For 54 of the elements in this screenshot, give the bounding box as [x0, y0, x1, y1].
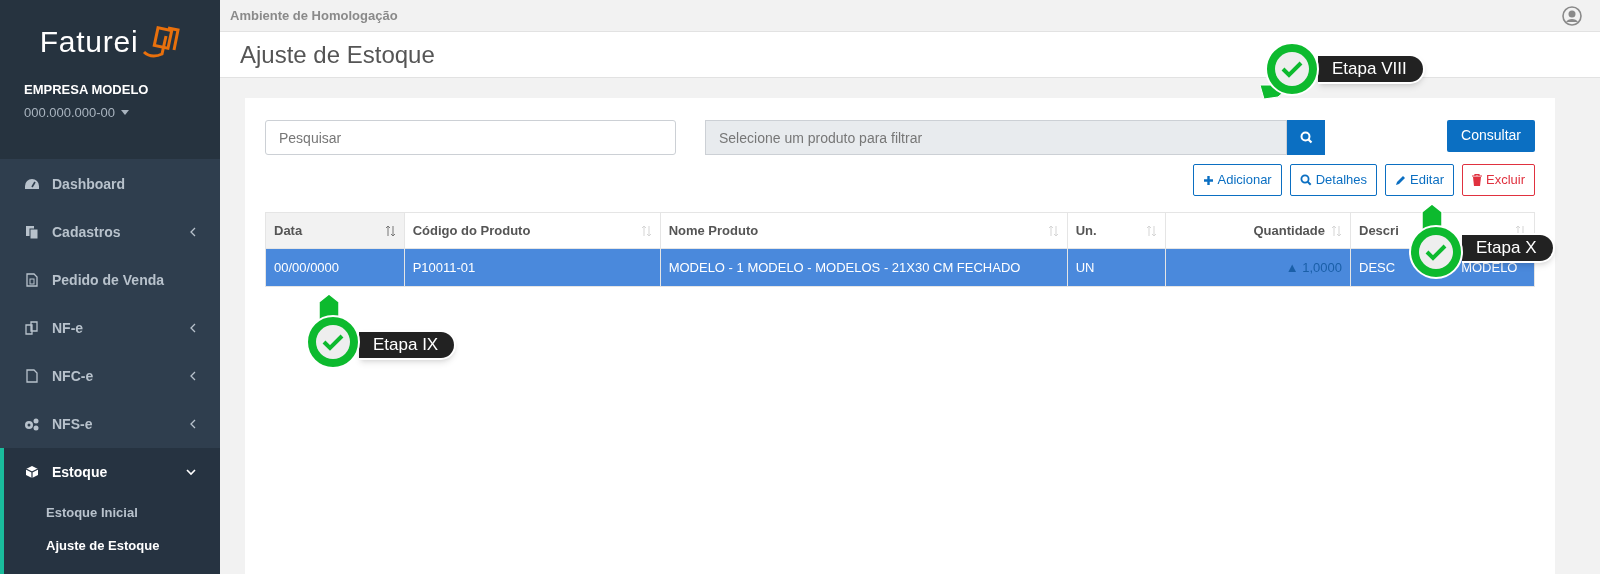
step-label: Etapa VIII [1318, 54, 1425, 84]
chevron-icon [186, 468, 196, 476]
product-filter-field[interactable]: Selecione um produto para filtrar [705, 120, 1287, 155]
plus-icon [1202, 174, 1214, 186]
delete-button[interactable]: Excluir [1462, 164, 1535, 196]
gauge-icon [24, 178, 40, 190]
chevron-icon [190, 371, 196, 381]
file-icon [24, 369, 40, 383]
column-header[interactable]: Descri [1359, 220, 1399, 241]
chevron-icon [190, 227, 196, 237]
company-name: EMPRESA MODELO [24, 81, 150, 99]
sidebar-item[interactable]: NF-e [4, 304, 220, 352]
cube-icon [24, 465, 40, 479]
column-header[interactable]: Data [274, 220, 303, 241]
search-icon [1299, 174, 1312, 186]
trash-icon [1472, 174, 1482, 186]
caret-icon [121, 109, 130, 115]
gears-icon [24, 417, 40, 431]
sidebar-item[interactable]: NFC-e [4, 352, 220, 400]
page-title: Ajuste de Estoque [240, 39, 435, 70]
edit-button[interactable]: Editar [1385, 164, 1454, 196]
search-icon [1299, 131, 1313, 144]
logo-icon [142, 26, 181, 58]
environment-label: Ambiente de Homologação [230, 6, 398, 25]
step-label: Etapa X [1462, 233, 1555, 263]
table-cell-text: 00/00/0000 [274, 259, 340, 275]
chevron-icon [190, 419, 196, 429]
chevron-icon [190, 323, 196, 333]
sidebar-item[interactable]: Estoque [4, 448, 220, 496]
details-button[interactable]: Detalhes [1289, 164, 1377, 196]
documents-icon [24, 225, 40, 239]
sidebar-item[interactable]: NFS-e [4, 400, 220, 448]
column-header[interactable]: Nome Produto [668, 220, 759, 241]
sidebar-item[interactable]: Cadastros [4, 208, 220, 256]
document-icon [24, 273, 40, 287]
user-icon[interactable] [1562, 5, 1582, 26]
company-selector[interactable]: 000.000.000-00 [24, 102, 196, 122]
submenu-item[interactable]: Ajuste de Estoque [4, 529, 220, 562]
add-button[interactable]: Adicionar [1192, 164, 1282, 196]
step-label: Etapa IX [359, 330, 457, 360]
submenu-item[interactable]: Estoque Inicial [4, 496, 220, 529]
column-header[interactable]: Un. [1075, 220, 1097, 241]
table-cell-text: UN [1075, 259, 1095, 275]
logo-text: Faturei [39, 27, 139, 57]
sidebar-item[interactable]: Pedido de Venda [4, 256, 220, 304]
search-field[interactable]: Pesquisar [265, 120, 676, 155]
consultar-button[interactable]: Consultar [1447, 119, 1535, 152]
pencil-icon [1395, 174, 1406, 186]
sidebar-item[interactable]: Dashboard [4, 160, 220, 208]
table-cell-text: P10011-01 [412, 259, 476, 275]
table-cell-text: DESC [1359, 258, 1396, 277]
search-button[interactable] [1287, 120, 1325, 155]
copy-icon [24, 321, 40, 335]
table-cell-text: MODELO - 1 MODELO - MODELOS - 21X30 CM FECHADO [668, 259, 1021, 275]
